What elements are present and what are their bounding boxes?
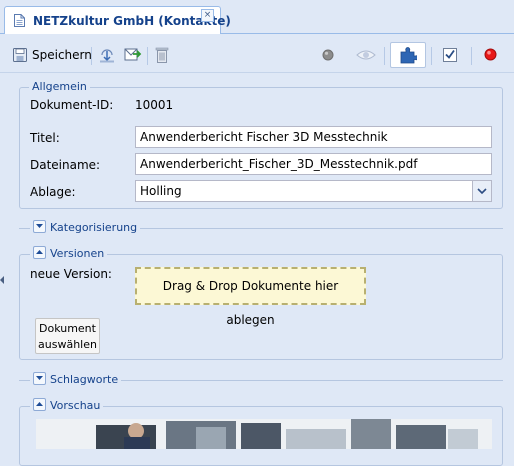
red-dot-icon [484,48,497,64]
ablage-label: Ablage: [30,185,76,199]
select-document-button[interactable]: Dokument auswählen [35,318,100,354]
neue-version-label: neue Version: [30,267,112,281]
vorschau-header[interactable]: Vorschau [30,398,104,412]
form-content: Allgemein Dokument-ID: 10001 Titel: Anwe… [0,73,514,466]
chevron-down-icon[interactable] [472,181,491,201]
status-gray-button[interactable] [320,44,336,66]
export-button[interactable] [123,44,143,66]
collapse-icon[interactable] [33,246,46,259]
expand-icon[interactable] [33,220,46,233]
checkin-button[interactable] [442,44,460,66]
titel-field[interactable]: Anwenderbericht Fischer 3D Messtechnik [135,126,492,148]
save-button[interactable]: Speichern [11,44,92,66]
checkbox-icon [443,47,457,65]
ablage-select[interactable]: Holling [135,180,492,202]
schlagworte-header[interactable]: Schlagworte [30,372,122,386]
toolbar-separator [431,47,432,65]
puzzle-icon [400,47,419,67]
preview-image [36,419,492,449]
stop-button[interactable] [483,44,499,66]
doc-id-label: Dokument-ID: [30,98,114,112]
toolbar-separator [91,47,92,65]
collapse-icon[interactable] [33,398,46,411]
kategorisierung-header[interactable]: Kategorisierung [30,220,141,234]
select-document-line1: Dokument [39,322,96,335]
tab-netzkultur-kontakte[interactable]: NETZkultur GmbH (Kontakte) × [4,6,231,34]
plugin-button[interactable] [390,42,426,68]
legend-allgemein: Allgemein [29,80,90,94]
collapse-arrow-icon[interactable] [0,273,4,287]
delete-button[interactable] [153,44,171,66]
legend-kategorisierung: Kategorisierung [50,221,138,234]
save-label: Speichern [32,48,92,62]
drop-zone[interactable]: Drag & Drop Dokumente hier ablegen [135,267,366,327]
trash-icon [155,46,169,66]
export-icon [124,46,142,66]
document-icon [14,14,25,27]
toolbar-separator [471,47,472,65]
doc-id-value: 10001 [135,98,174,112]
titel-label: Titel: [30,131,60,145]
versionen-header[interactable]: Versionen [30,246,108,260]
toolbar-separator [147,47,148,65]
toolbar: Speichern [0,35,514,73]
gray-dot-icon [322,49,334,64]
close-icon[interactable]: × [201,9,214,22]
legend-versionen: Versionen [50,247,105,260]
dateiname-field[interactable]: Anwenderbericht_Fischer_3D_Messtechnik.p… [135,153,492,175]
dateiname-label: Dateiname: [30,158,101,172]
select-document-line2: auswählen [38,338,97,351]
expand-icon[interactable] [33,372,46,385]
ablage-value: Holling [140,184,182,198]
tab-bar: NETZkultur GmbH (Kontakte) × [0,0,514,34]
view-button[interactable] [354,44,378,66]
download-button[interactable] [97,44,117,66]
save-icon [13,48,27,65]
legend-schlagworte: Schlagworte [50,373,119,386]
eye-icon [356,49,376,64]
download-icon [98,46,116,66]
toolbar-separator [384,47,385,65]
legend-vorschau: Vorschau [50,399,101,412]
